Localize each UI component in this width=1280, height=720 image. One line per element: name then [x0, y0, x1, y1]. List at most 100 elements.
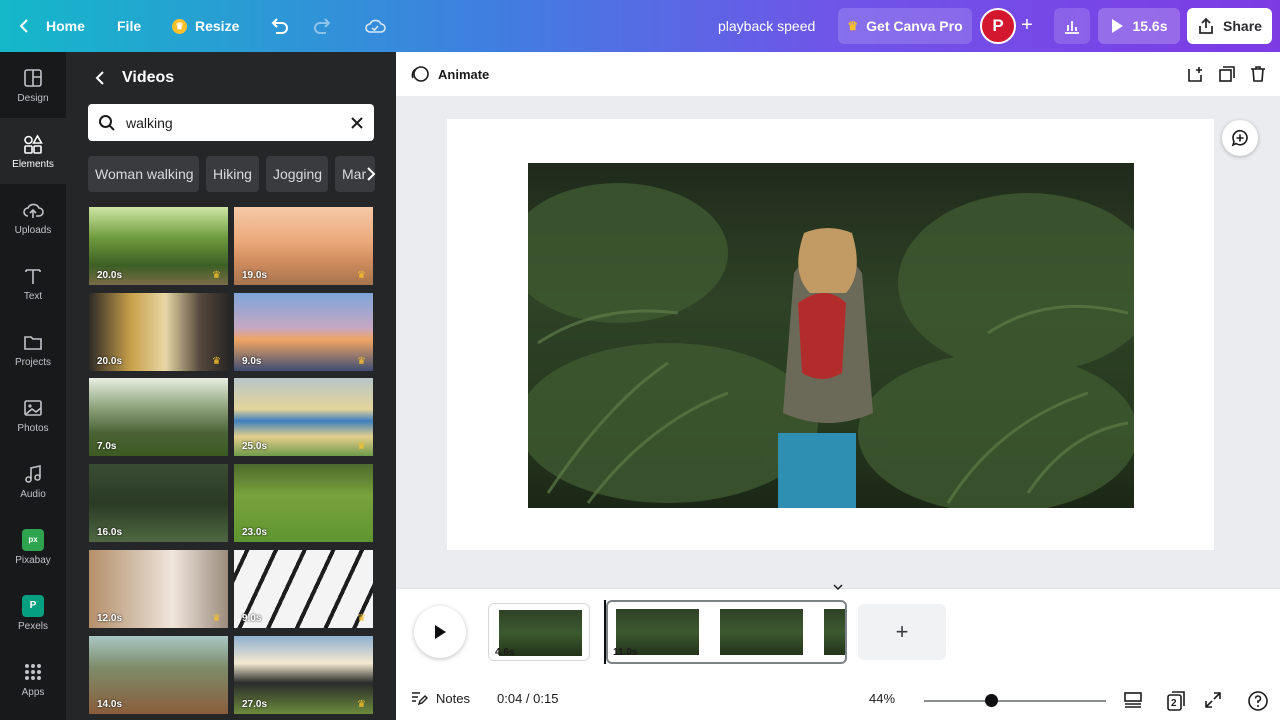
animate-label: Animate — [438, 66, 490, 82]
notes-label: Notes — [436, 690, 470, 706]
undo-icon — [271, 18, 288, 34]
video-thumbnail[interactable]: 19.0s ♛ — [234, 207, 373, 285]
add-clip-button[interactable]: + — [858, 604, 946, 660]
add-comment-button[interactable] — [1222, 120, 1258, 156]
video-thumbnail[interactable]: 23.0s — [234, 464, 373, 542]
timeline-clip-selected[interactable] — [606, 600, 847, 664]
zoom-slider-handle[interactable] — [984, 694, 998, 707]
rail-label: Text — [23, 290, 43, 302]
video-frame — [528, 163, 1134, 508]
video-thumbnail[interactable]: 7.0s — [89, 378, 228, 456]
rail-label: Audio — [20, 488, 46, 500]
rail-item-audio[interactable]: Audio — [0, 448, 66, 514]
video-duration: 27.0s — [242, 699, 268, 710]
rail-label: Apps — [21, 686, 45, 698]
home-button[interactable]: Home — [18, 0, 85, 52]
insights-button[interactable] — [1054, 8, 1090, 44]
timeline-toggle[interactable] — [832, 579, 844, 591]
chip-hiking[interactable]: Hiking — [206, 156, 259, 192]
rail-item-pexels[interactable]: P Pexels — [0, 580, 66, 646]
play-button[interactable] — [414, 606, 466, 658]
rail-label: Uploads — [14, 224, 52, 236]
rail-label: Design — [17, 92, 49, 104]
rail-item-pixabay[interactable]: px Pixabay — [0, 514, 66, 580]
clear-icon[interactable] — [350, 116, 364, 130]
video-thumbnail[interactable]: 20.0s ♛ — [89, 293, 228, 371]
file-menu[interactable]: File — [117, 0, 141, 52]
time-text: 0:04 / 0:15 — [497, 690, 559, 706]
crown-icon: ♛ — [357, 613, 366, 624]
panel-header: Videos — [94, 66, 174, 90]
chip-woman-walking[interactable]: Woman walking — [88, 156, 199, 192]
undo-button[interactable] — [268, 0, 290, 52]
clip-thumbnail — [824, 609, 845, 655]
video-thumbnail[interactable]: 16.0s — [89, 464, 228, 542]
rail-item-uploads[interactable]: Uploads — [0, 184, 66, 250]
add-page-icon — [1188, 67, 1202, 82]
video-thumbnail[interactable]: 27.0s ♛ — [234, 636, 373, 714]
get-canva-pro-button[interactable]: ♛ Get Canva Pro — [838, 8, 972, 44]
crown-icon: ♛ — [172, 18, 187, 34]
resize-button[interactable]: ♛ Resize — [172, 0, 239, 52]
zoom-text: 44% — [869, 690, 896, 706]
rail-item-design[interactable]: Design — [0, 52, 66, 118]
rail-item-elements[interactable]: Elements — [0, 118, 66, 184]
design-title-text: playback speed — [718, 18, 816, 34]
chip-label: Hiking — [213, 166, 252, 182]
video-duration: 9.0s — [242, 613, 262, 624]
chip-jogging[interactable]: Jogging — [266, 156, 328, 192]
cloud-check-icon — [365, 19, 386, 33]
video-duration: 25.0s — [242, 441, 268, 452]
fullscreen-button[interactable] — [1203, 690, 1223, 710]
play-icon — [435, 625, 446, 639]
home-label: Home — [46, 18, 85, 34]
video-duration: 12.0s — [97, 613, 123, 624]
chips-scroll-right[interactable] — [364, 164, 378, 184]
rail-item-text[interactable]: Text — [0, 250, 66, 316]
crown-icon: ♛ — [847, 19, 859, 33]
video-thumbnail[interactable]: 20.0s ♛ — [89, 207, 228, 285]
rail-item-projects[interactable]: Projects — [0, 316, 66, 382]
video-thumbnail[interactable]: 9.0s ♛ — [234, 550, 373, 628]
search-box[interactable] — [88, 104, 374, 141]
zoom-slider-track[interactable] — [924, 700, 1106, 702]
avatar[interactable]: P — [980, 8, 1016, 44]
play-duration: 15.6s — [1132, 18, 1168, 34]
share-button[interactable]: Share — [1187, 8, 1272, 44]
video-thumbnail[interactable]: 12.0s ♛ — [89, 550, 228, 628]
rail-item-photos[interactable]: Photos — [0, 382, 66, 448]
rail-item-apps[interactable]: Apps — [0, 646, 66, 712]
video-thumbnail[interactable]: 14.0s — [89, 636, 228, 714]
text-icon — [25, 268, 41, 284]
animate-button[interactable]: Animate — [410, 62, 489, 86]
video-thumbnail[interactable]: 9.0s ♛ — [234, 293, 373, 371]
delete-page-button[interactable] — [1246, 62, 1270, 86]
pixabay-icon: px — [22, 528, 44, 551]
help-button[interactable] — [1247, 690, 1269, 712]
chip-label: Jogging — [273, 166, 323, 182]
back-icon[interactable] — [94, 70, 106, 86]
add-collaborator-button[interactable]: + — [1016, 14, 1038, 36]
search-input[interactable] — [126, 114, 326, 131]
page-count-button[interactable]: 2 — [1165, 690, 1187, 712]
notes-button[interactable]: Notes — [410, 686, 470, 710]
chevron-down-icon — [833, 584, 843, 591]
clip-thumbnail — [720, 609, 803, 655]
cloud-save-status[interactable] — [364, 0, 386, 52]
image-icon — [24, 399, 42, 416]
grid-view-button[interactable] — [1122, 690, 1144, 710]
video-thumbnail[interactable]: 25.0s ♛ — [234, 378, 373, 456]
add-page-button[interactable] — [1184, 62, 1208, 86]
playhead[interactable] — [604, 600, 606, 664]
present-button[interactable]: 15.6s — [1098, 8, 1180, 44]
zoom-percentage[interactable]: 44% — [869, 686, 895, 710]
rail-label: Pexels — [17, 620, 48, 632]
video-element[interactable] — [528, 163, 1134, 508]
design-title[interactable]: playback speed — [718, 0, 815, 52]
video-duration: 7.0s — [97, 441, 117, 452]
share-icon — [1199, 17, 1213, 34]
video-duration: 20.0s — [97, 270, 123, 281]
crown-icon: ♛ — [212, 270, 221, 281]
redo-button[interactable] — [312, 0, 334, 52]
duplicate-page-button[interactable] — [1215, 62, 1239, 86]
